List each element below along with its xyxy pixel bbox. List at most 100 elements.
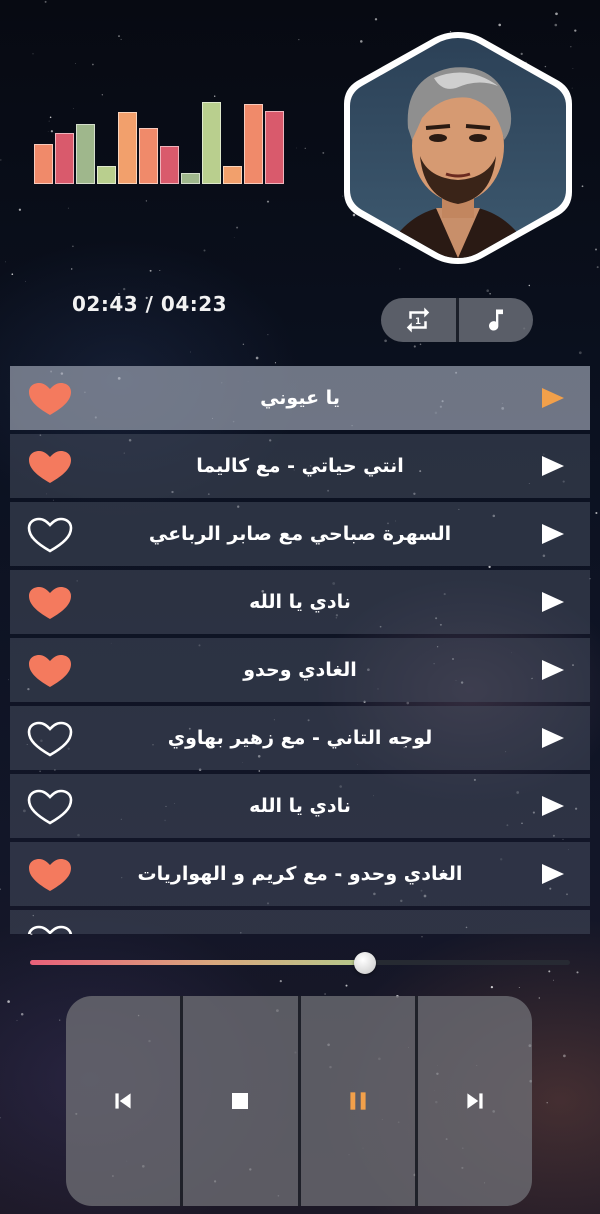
star bbox=[72, 245, 74, 248]
pause-button[interactable] bbox=[297, 996, 415, 1206]
stop-button[interactable] bbox=[180, 996, 297, 1206]
star bbox=[279, 980, 282, 983]
equalizer-bar bbox=[55, 96, 74, 184]
seek-bar[interactable] bbox=[30, 952, 570, 974]
star bbox=[413, 345, 416, 348]
star bbox=[203, 249, 206, 252]
star bbox=[123, 287, 126, 291]
star bbox=[555, 12, 558, 16]
equalizer-bar bbox=[97, 96, 116, 184]
star bbox=[71, 268, 73, 270]
elapsed-time: 02:43 bbox=[72, 292, 139, 316]
time-separator: / bbox=[145, 292, 154, 316]
star bbox=[528, 284, 531, 287]
song-title: لوجه التاني - مع زهير بهاوي bbox=[167, 727, 433, 749]
heart-filled-icon[interactable] bbox=[26, 381, 74, 417]
song-title: يا عيوني bbox=[260, 387, 340, 409]
star bbox=[304, 147, 306, 149]
previous-button[interactable] bbox=[66, 996, 180, 1206]
play-icon[interactable] bbox=[540, 590, 566, 614]
playlist-row[interactable]: السهرة صباحي مع صابر الرباعي bbox=[10, 502, 590, 566]
heart-outline-icon[interactable] bbox=[26, 517, 74, 553]
star bbox=[554, 23, 558, 27]
star bbox=[419, 343, 422, 346]
heart-filled-icon[interactable] bbox=[26, 449, 74, 485]
play-icon[interactable] bbox=[540, 862, 566, 886]
star bbox=[20, 1013, 24, 1016]
equalizer-bar bbox=[34, 96, 53, 184]
star bbox=[563, 1054, 566, 1058]
playlist-row-partial[interactable] bbox=[10, 910, 590, 934]
transport-controls bbox=[66, 996, 532, 1206]
star bbox=[5, 261, 6, 263]
star bbox=[24, 280, 27, 282]
play-icon[interactable] bbox=[540, 386, 566, 410]
play-icon[interactable] bbox=[540, 726, 566, 750]
star bbox=[190, 351, 191, 353]
star bbox=[595, 511, 598, 515]
playlist-row[interactable]: انتي حياتي - مع كاليما bbox=[10, 434, 590, 498]
repeat-one-icon: 1 bbox=[407, 307, 430, 333]
equalizer-bar bbox=[202, 96, 221, 184]
heart-outline-icon[interactable] bbox=[26, 925, 74, 934]
song-title: نادي يا الله bbox=[249, 591, 351, 613]
next-button[interactable] bbox=[414, 996, 532, 1206]
music-library-button[interactable] bbox=[455, 298, 534, 342]
seek-thumb[interactable] bbox=[353, 952, 376, 974]
heart-filled-icon[interactable] bbox=[26, 585, 74, 621]
equalizer-bar bbox=[265, 96, 284, 184]
song-title: السهرة صباحي مع صابر الرباعي bbox=[148, 523, 452, 545]
star bbox=[149, 269, 152, 272]
music-note-icon bbox=[488, 309, 503, 331]
star bbox=[233, 237, 235, 238]
star bbox=[581, 185, 584, 188]
star bbox=[236, 226, 239, 229]
heart-filled-icon[interactable] bbox=[26, 857, 74, 893]
star bbox=[145, 200, 148, 202]
star bbox=[322, 151, 325, 154]
star bbox=[92, 63, 94, 66]
equalizer-bar bbox=[223, 96, 242, 184]
star bbox=[159, 269, 161, 272]
star bbox=[7, 1000, 10, 1003]
star bbox=[267, 334, 269, 336]
play-icon[interactable] bbox=[540, 658, 566, 682]
mode-toggle-group: 1 bbox=[381, 298, 533, 342]
playlist-row[interactable]: الغادي وحدو - مع كريم و الهواريات bbox=[10, 842, 590, 906]
play-icon[interactable] bbox=[540, 522, 566, 546]
star bbox=[489, 293, 491, 295]
star bbox=[324, 993, 326, 995]
artist-avatar bbox=[338, 28, 578, 268]
star bbox=[18, 208, 22, 211]
song-title: نادي يا الله bbox=[249, 795, 351, 817]
equalizer-bar bbox=[181, 96, 200, 184]
heart-outline-icon[interactable] bbox=[26, 789, 74, 825]
star bbox=[16, 1020, 18, 1022]
star bbox=[498, 23, 502, 27]
star bbox=[374, 18, 378, 21]
star bbox=[8, 679, 9, 681]
equalizer-bar bbox=[244, 96, 263, 184]
playlist-row[interactable]: نادي يا الله bbox=[10, 570, 590, 634]
heart-filled-icon[interactable] bbox=[26, 653, 74, 689]
star bbox=[486, 289, 490, 293]
play-icon[interactable] bbox=[540, 794, 566, 818]
star bbox=[538, 997, 540, 999]
equalizer-bar bbox=[118, 96, 137, 184]
star bbox=[518, 986, 520, 989]
playlist-row[interactable]: يا عيوني bbox=[10, 366, 590, 430]
svg-text:1: 1 bbox=[415, 317, 421, 327]
star bbox=[576, 971, 579, 974]
repeat-one-button[interactable]: 1 bbox=[381, 298, 456, 342]
playlist-row[interactable]: الغادي وحدو bbox=[10, 638, 590, 702]
heart-outline-icon[interactable] bbox=[26, 721, 74, 757]
playlist-row[interactable]: نادي يا الله bbox=[10, 774, 590, 838]
star bbox=[44, 0, 47, 3]
star bbox=[274, 362, 277, 364]
star bbox=[552, 979, 554, 981]
star bbox=[296, 147, 298, 149]
playlist-row[interactable]: لوجه التاني - مع زهير بهاوي bbox=[10, 706, 590, 770]
play-icon[interactable] bbox=[540, 454, 566, 478]
seek-fill bbox=[30, 960, 365, 965]
star bbox=[242, 343, 245, 345]
